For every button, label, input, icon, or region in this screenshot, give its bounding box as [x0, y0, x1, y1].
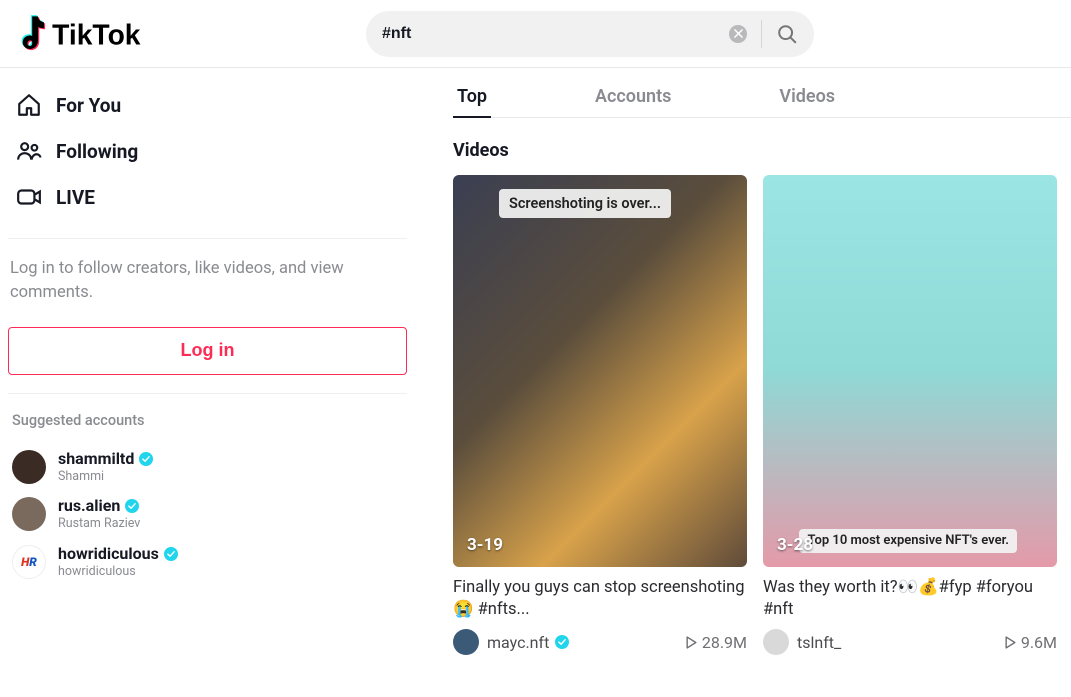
- main: Top Accounts Videos Videos Screenshoting…: [415, 68, 1071, 655]
- video-caption: Finally you guys can stop screenshoting …: [453, 577, 747, 621]
- video-meta: mayc.nft 28.9M: [453, 629, 747, 655]
- login-prompt: Log in to follow creators, like videos, …: [8, 257, 407, 305]
- divider: [8, 238, 407, 239]
- video-date: 3-19: [467, 535, 503, 555]
- account-username: shammiltd: [58, 449, 153, 469]
- account-username: howridiculous: [58, 544, 178, 564]
- login-button[interactable]: Log in: [8, 327, 407, 375]
- search-icon[interactable]: [776, 23, 798, 45]
- video-thumbnail[interactable]: Screenshoting is over... 3-19: [453, 175, 747, 567]
- video-grid: Screenshoting is over... 3-19 Finally yo…: [453, 175, 1071, 655]
- search-box: [366, 11, 814, 57]
- video-overlay-text: Top 10 most expensive NFT's ever.: [799, 529, 1017, 553]
- tab-videos[interactable]: Videos: [775, 86, 839, 117]
- avatar[interactable]: [763, 629, 789, 655]
- nav-live[interactable]: LIVE: [8, 174, 407, 220]
- sidebar: For You Following LIVE Log in to follow …: [0, 68, 415, 655]
- avatar: [12, 450, 46, 484]
- suggested-account[interactable]: rus.alien Rustam Raziev: [8, 490, 407, 538]
- home-icon: [14, 92, 44, 118]
- account-displayname: howridiculous: [58, 564, 178, 580]
- live-icon: [14, 184, 44, 210]
- divider: [8, 393, 407, 394]
- suggested-account[interactable]: shammiltd Shammi: [8, 443, 407, 491]
- nav-label: For You: [56, 94, 121, 117]
- nav-label: LIVE: [56, 186, 95, 209]
- video-date: 3-28: [777, 535, 813, 555]
- suggested-account[interactable]: HR howridiculous howridiculous: [8, 538, 407, 586]
- account-username: rus.alien: [58, 496, 140, 516]
- avatar: HR: [12, 545, 46, 579]
- search-tabs: Top Accounts Videos: [453, 86, 1071, 118]
- account-displayname: Shammi: [58, 469, 153, 485]
- logo[interactable]: TikTok: [16, 14, 166, 54]
- play-count: 28.9M: [685, 633, 747, 652]
- section-title: Videos: [453, 140, 1071, 161]
- video-card[interactable]: Top 10 most expensive NFT's ever. 3-28 W…: [763, 175, 1057, 655]
- video-overlay-text: Screenshoting is over...: [499, 189, 671, 218]
- account-displayname: Rustam Raziev: [58, 516, 140, 532]
- avatar[interactable]: [453, 629, 479, 655]
- video-thumbnail[interactable]: Top 10 most expensive NFT's ever. 3-28: [763, 175, 1057, 567]
- nav-label: Following: [56, 140, 138, 163]
- video-caption: Was they worth it?👀💰#fyp #foryou #nft: [763, 577, 1057, 621]
- video-card[interactable]: Screenshoting is over... 3-19 Finally yo…: [453, 175, 747, 655]
- svg-text:TikTok: TikTok: [52, 18, 141, 50]
- play-icon: [1004, 636, 1017, 649]
- video-author[interactable]: tslnft_: [797, 633, 841, 652]
- people-icon: [14, 138, 44, 164]
- search-input[interactable]: [382, 25, 729, 43]
- video-meta: tslnft_ 9.6M: [763, 629, 1057, 655]
- verified-icon: [555, 635, 569, 649]
- search-divider: [761, 20, 762, 48]
- avatar: [12, 497, 46, 531]
- clear-icon[interactable]: [729, 25, 747, 43]
- header: TikTok: [0, 0, 1071, 68]
- nav-following[interactable]: Following: [8, 128, 407, 174]
- play-count: 9.6M: [1004, 633, 1057, 652]
- play-icon: [685, 636, 698, 649]
- tab-top[interactable]: Top: [453, 86, 491, 117]
- verified-icon: [139, 452, 153, 466]
- nav-for-you[interactable]: For You: [8, 82, 407, 128]
- video-author[interactable]: mayc.nft: [487, 633, 569, 652]
- suggested-title: Suggested accounts: [8, 412, 407, 429]
- verified-icon: [164, 547, 178, 561]
- tab-accounts[interactable]: Accounts: [591, 86, 675, 117]
- verified-icon: [125, 499, 139, 513]
